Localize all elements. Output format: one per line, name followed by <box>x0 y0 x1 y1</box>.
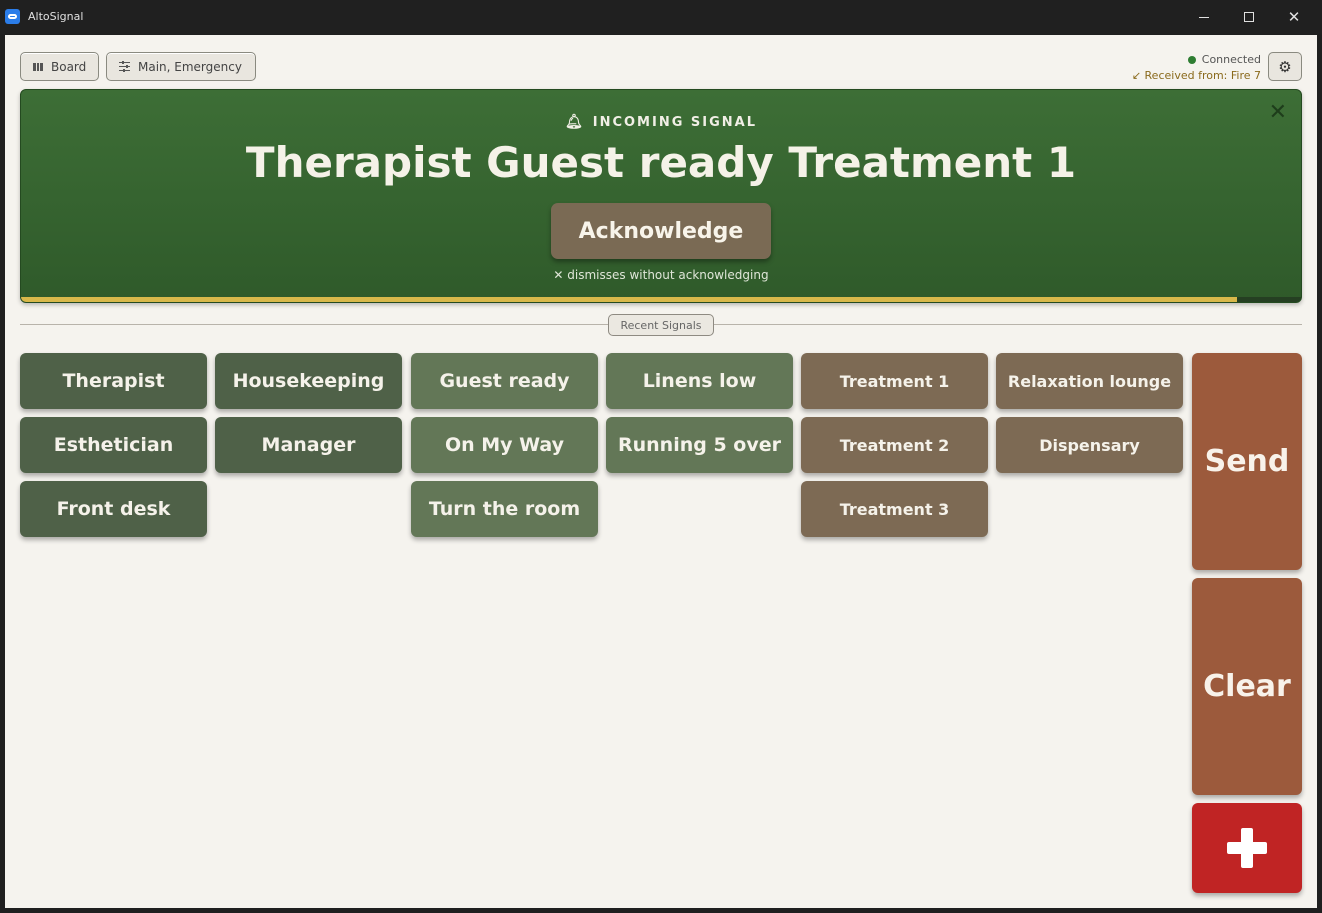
window-title: AltoSignal <box>28 10 84 23</box>
received-from-text: ↙ Received from: Fire 7 <box>1131 69 1261 82</box>
maximize-icon <box>1244 12 1254 22</box>
app-logo-icon <box>5 9 20 24</box>
maximize-button[interactable] <box>1226 0 1272 34</box>
cross-icon <box>1227 828 1267 868</box>
minimize-button[interactable] <box>1181 0 1227 34</box>
dismiss-hint: ✕ dismisses without acknowledging <box>553 268 769 282</box>
channels-label: Main, Emergency <box>138 59 242 74</box>
window-titlebar: AltoSignal ✕ <box>0 0 1322 34</box>
signal-timeout-progress <box>21 297 1301 302</box>
where-button-dispensary[interactable]: Dispensary <box>996 417 1183 473</box>
clear-button[interactable]: Clear <box>1192 578 1302 795</box>
who-button-front-desk[interactable]: Front desk <box>20 481 207 537</box>
incoming-signal-banner: ✕ 🔔︎ INCOMING SIGNAL Therapist Guest rea… <box>20 89 1302 303</box>
where-button-treatment-1[interactable]: Treatment 1 <box>801 353 988 409</box>
who-button-esthetician[interactable]: Esthetician <box>20 417 207 473</box>
who-button-housekeeping[interactable]: Housekeeping <box>215 353 402 409</box>
send-button[interactable]: Send <box>1192 353 1302 570</box>
settings-button[interactable]: ⚙ <box>1268 52 1302 81</box>
signal-message: Therapist Guest ready Treatment 1 <box>245 138 1077 187</box>
banner-header: 🔔︎ INCOMING SIGNAL <box>21 114 1301 130</box>
what-button-linens-low[interactable]: Linens low <box>606 353 793 409</box>
board-label: Board <box>51 59 87 74</box>
connection-text: Connected <box>1201 53 1261 66</box>
acknowledge-button[interactable]: Acknowledge <box>551 203 771 259</box>
recent-signals-button[interactable]: Recent Signals <box>608 314 714 336</box>
connection-status: Connected ↙ Received from: Fire 7 <box>1132 52 1261 84</box>
bell-icon: 🔔︎ <box>564 114 585 130</box>
app-client-area: Board Main, Emergency Connected ↙ Receiv… <box>5 35 1317 908</box>
what-button-turn-room[interactable]: Turn the room <box>411 481 598 537</box>
what-button-on-my-way[interactable]: On My Way <box>411 417 598 473</box>
board-icon <box>33 62 44 71</box>
close-window-button[interactable]: ✕ <box>1271 0 1317 34</box>
banner-label: INCOMING SIGNAL <box>592 114 758 130</box>
what-button-guest-ready[interactable]: Guest ready <box>411 353 598 409</box>
minimize-icon <box>1199 16 1209 18</box>
status-dot-icon <box>1187 56 1196 64</box>
gear-icon: ⚙ <box>1278 57 1292 76</box>
where-button-treatment-3[interactable]: Treatment 3 <box>801 481 988 537</box>
what-button-running-over[interactable]: Running 5 over <box>606 417 793 473</box>
who-button-therapist[interactable]: Therapist <box>20 353 207 409</box>
sliders-icon <box>119 61 130 72</box>
emergency-button[interactable] <box>1192 803 1302 893</box>
where-button-treatment-2[interactable]: Treatment 2 <box>801 417 988 473</box>
progress-fill <box>21 297 1237 302</box>
channels-button[interactable]: Main, Emergency <box>106 52 256 81</box>
who-button-manager[interactable]: Manager <box>215 417 402 473</box>
board-button[interactable]: Board <box>20 52 99 81</box>
where-button-relaxation-lounge[interactable]: Relaxation lounge <box>996 353 1183 409</box>
